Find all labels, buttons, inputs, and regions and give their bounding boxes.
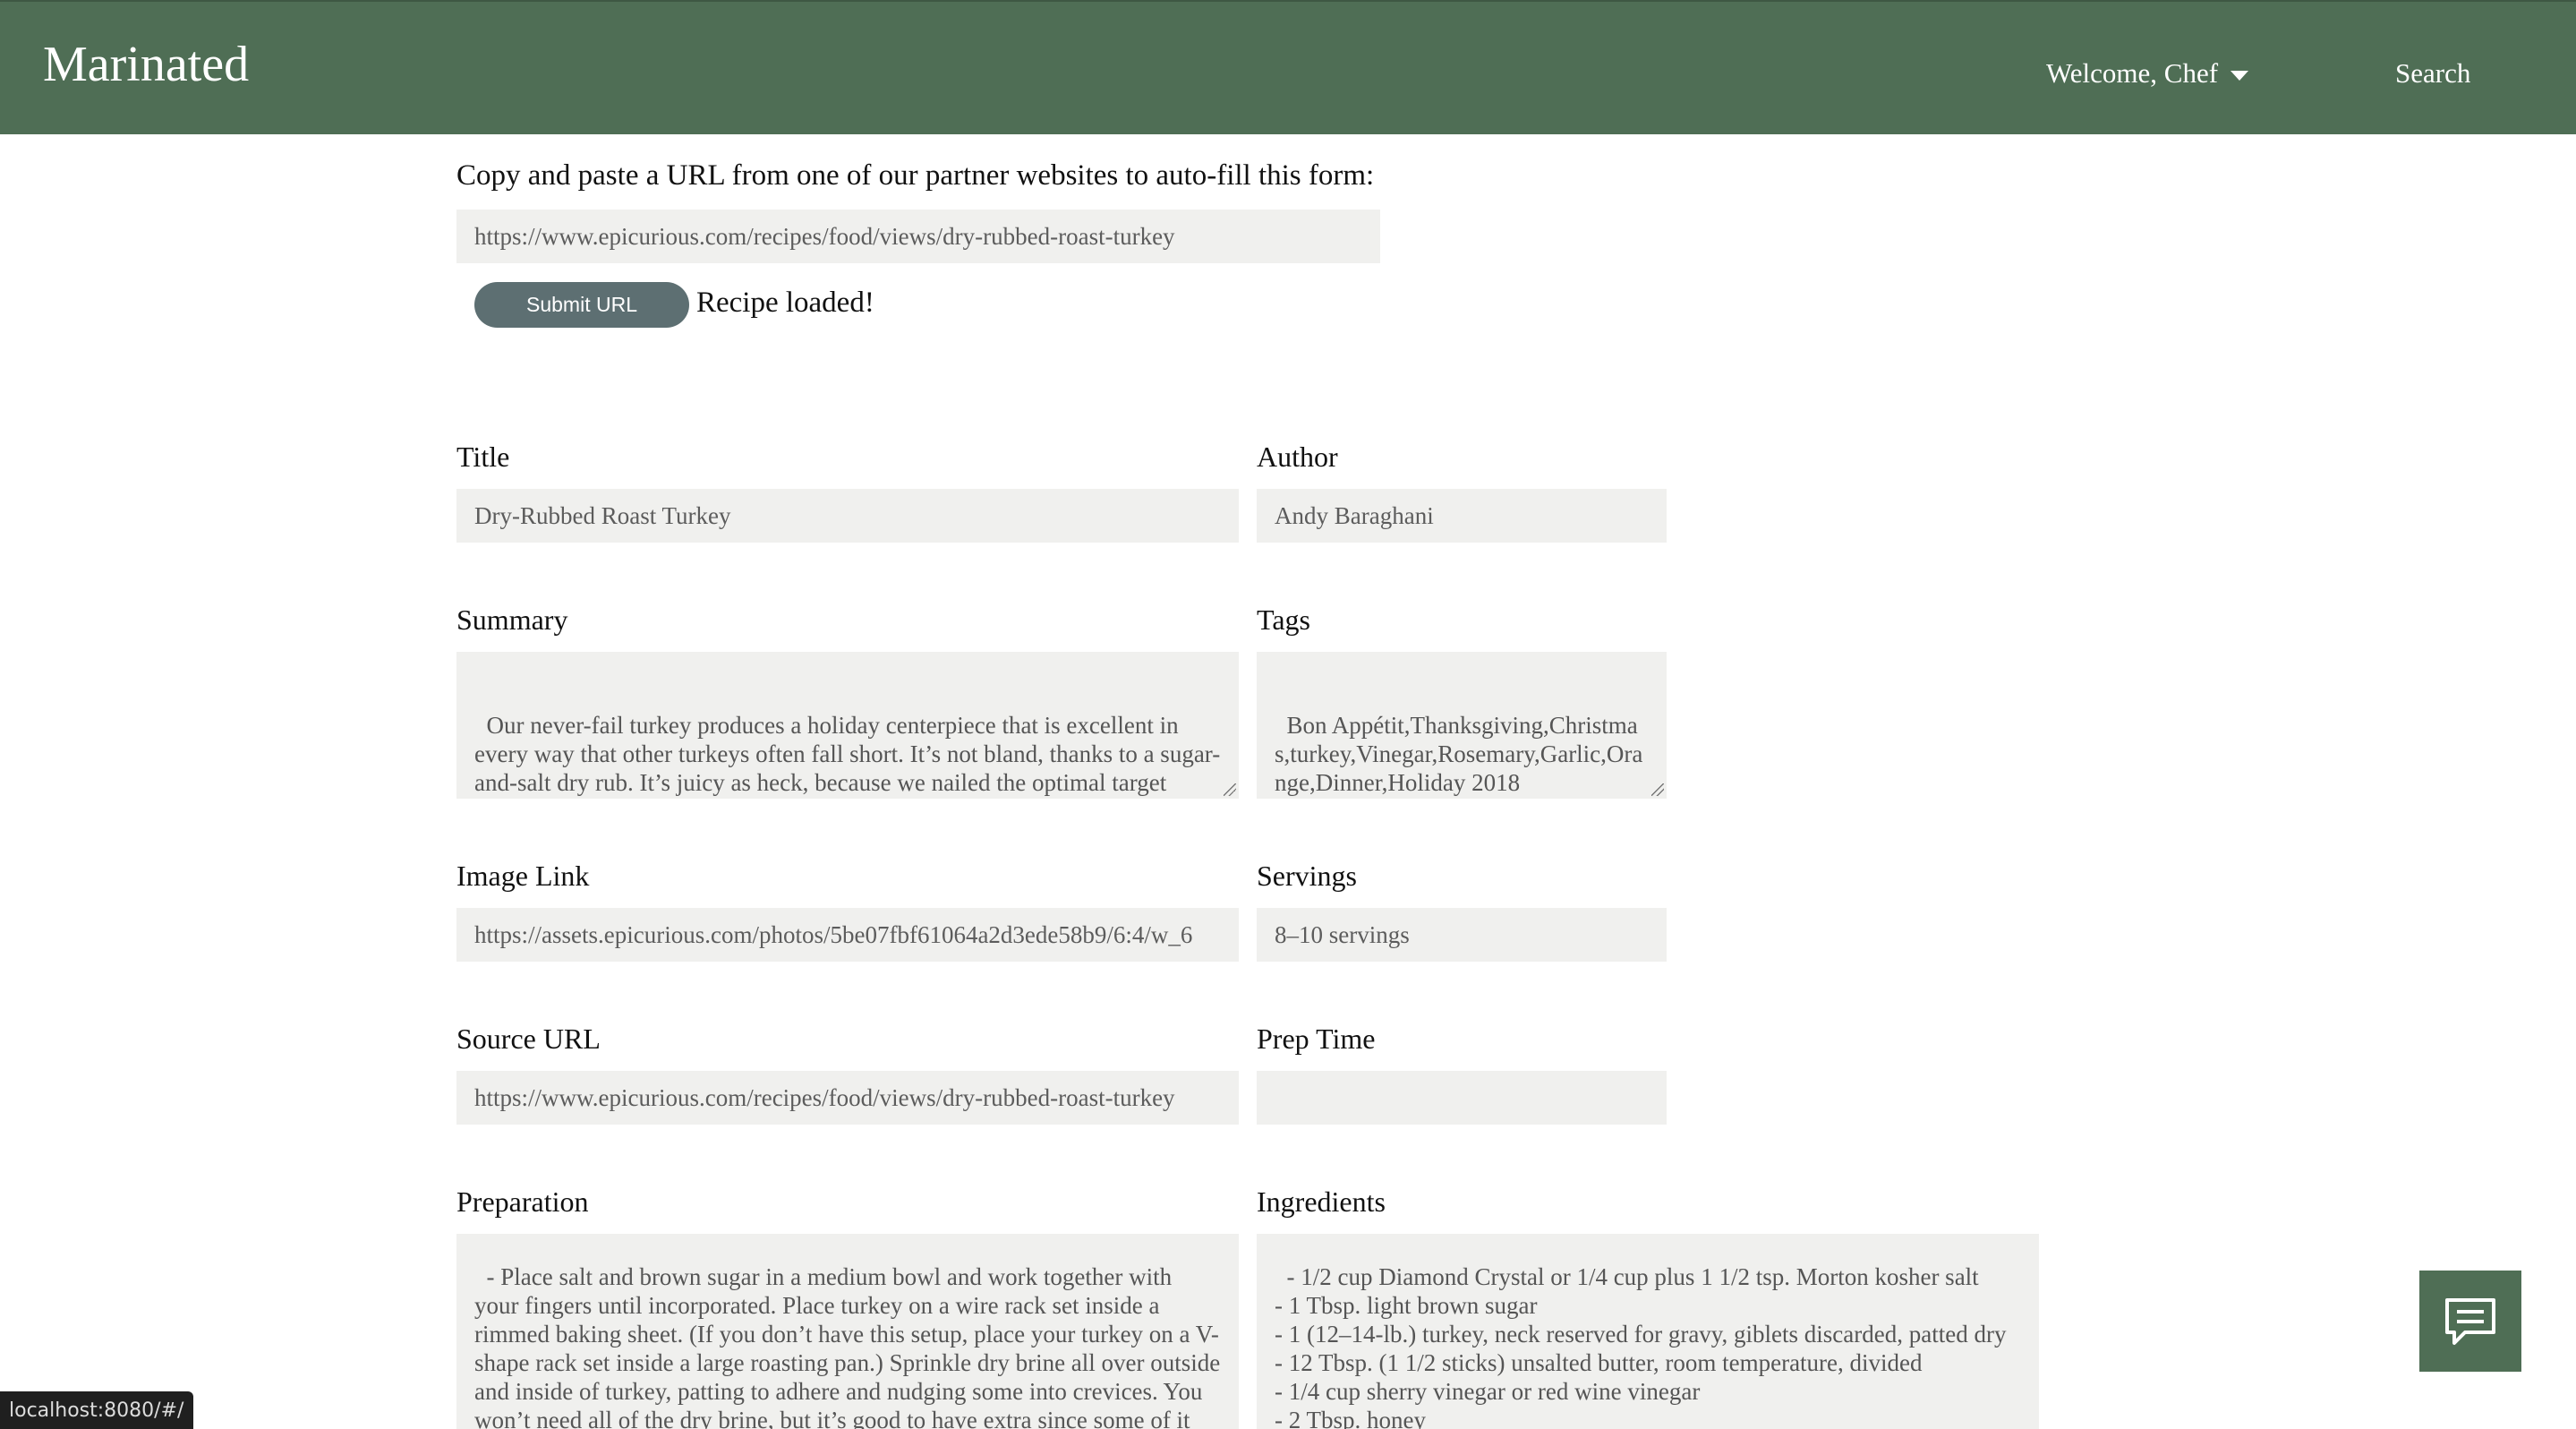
- title-label: Title: [456, 441, 510, 473]
- submit-url-button[interactable]: Submit URL: [474, 282, 689, 328]
- source-url-input[interactable]: https://www.epicurious.com/recipes/food/…: [456, 1071, 1239, 1125]
- servings-label: Servings: [1257, 860, 1357, 892]
- preparation-textarea[interactable]: - Place salt and brown sugar in a medium…: [456, 1234, 1239, 1429]
- tags-textarea[interactable]: Bon Appétit,Thanksgiving,Christmas,turke…: [1257, 652, 1667, 799]
- brand-logo[interactable]: Marinated: [43, 36, 249, 93]
- chat-icon: [2445, 1297, 2495, 1345]
- prep-time-input[interactable]: [1257, 1071, 1667, 1125]
- summary-label: Summary: [456, 603, 568, 636]
- top-navbar: Marinated Welcome, Chef Search: [0, 0, 2576, 134]
- preparation-label: Preparation: [456, 1185, 589, 1218]
- source-url-label: Source URL: [456, 1023, 601, 1055]
- resize-handle-icon[interactable]: [1651, 783, 1664, 796]
- ingredients-text: - 1/2 cup Diamond Crystal or 1/4 cup plu…: [1275, 1263, 2007, 1429]
- ingredients-textarea[interactable]: - 1/2 cup Diamond Crystal or 1/4 cup plu…: [1257, 1234, 2039, 1429]
- author-input[interactable]: Andy Baraghani: [1257, 489, 1667, 543]
- search-link[interactable]: Search: [2395, 57, 2470, 90]
- chat-button[interactable]: [2419, 1271, 2521, 1372]
- tags-label: Tags: [1257, 603, 1310, 636]
- summary-text: Our never-fail turkey produces a holiday…: [474, 712, 1221, 799]
- author-label: Author: [1257, 441, 1338, 473]
- servings-input[interactable]: 8–10 servings: [1257, 908, 1667, 962]
- caret-down-icon: [2231, 70, 2249, 81]
- browser-status-url: localhost:8080/#/: [0, 1391, 193, 1429]
- image-link-label: Image Link: [456, 860, 590, 892]
- summary-textarea[interactable]: Our never-fail turkey produces a holiday…: [456, 652, 1239, 799]
- prep-time-label: Prep Time: [1257, 1023, 1376, 1055]
- user-menu-dropdown[interactable]: Welcome, Chef: [2046, 57, 2249, 90]
- recipe-loaded-status: Recipe loaded!: [696, 287, 874, 319]
- resize-handle-icon[interactable]: [1224, 783, 1236, 796]
- preparation-text: - Place salt and brown sugar in a medium…: [474, 1263, 1221, 1429]
- title-input[interactable]: Dry-Rubbed Roast Turkey: [456, 489, 1239, 543]
- import-prompt: Copy and paste a URL from one of our par…: [456, 159, 1375, 192]
- welcome-label: Welcome, Chef: [2046, 57, 2219, 89]
- tags-text: Bon Appétit,Thanksgiving,Christmas,turke…: [1275, 712, 1643, 796]
- import-url-input[interactable]: https://www.epicurious.com/recipes/food/…: [456, 210, 1380, 263]
- ingredients-label: Ingredients: [1257, 1185, 1386, 1218]
- image-link-input[interactable]: https://assets.epicurious.com/photos/5be…: [456, 908, 1239, 962]
